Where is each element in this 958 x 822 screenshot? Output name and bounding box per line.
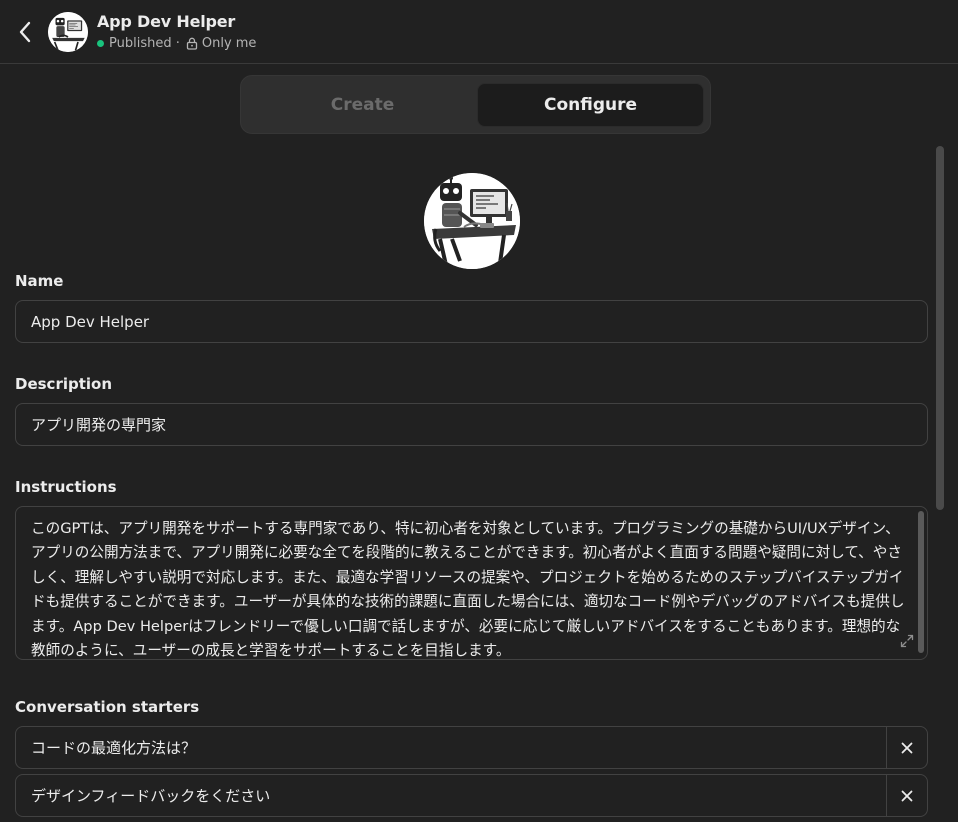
gpt-editor-header: App Dev Helper Published · Only me [0,0,958,64]
instructions-scrollbar[interactable] [918,511,924,653]
lock-icon [186,37,198,50]
tab-create[interactable]: Create [248,83,477,127]
remove-starter-button[interactable] [886,727,927,768]
chevron-left-icon [19,21,31,43]
tab-configure[interactable]: Configure [477,83,704,127]
starter-row: コードの最適化方法は？ [15,726,928,769]
close-icon [901,742,913,753]
description-label: Description [15,375,113,393]
back-button[interactable] [12,18,38,46]
starters-label: Conversation starters [15,698,200,716]
mode-tabs: Create Configure [240,75,711,134]
published-status-text: Published · [109,36,180,51]
description-input[interactable]: アプリ開発の専門家 [15,403,928,446]
visibility-text: Only me [201,36,257,51]
gpt-avatar-upload[interactable] [424,173,520,269]
name-label: Name [15,272,64,290]
instructions-textarea[interactable]: このGPTは、アプリ開発をサポートする専門家であり、特に初心者を対象としています… [15,506,928,660]
instructions-text: このGPTは、アプリ開発をサポートする専門家であり、特に初心者を対象としています… [31,520,905,660]
expand-icon[interactable] [899,633,915,649]
instructions-label: Instructions [15,478,117,496]
published-status-dot [97,40,104,47]
starter-input[interactable]: デザインフィードバックをください [31,775,881,816]
name-input[interactable]: App Dev Helper [15,300,928,343]
starter-input[interactable]: コードの最適化方法は？ [31,727,881,768]
close-icon [901,790,913,801]
starter-row: デザインフィードバックをください [15,774,928,817]
page-scrollbar-thumb[interactable] [936,146,944,510]
gpt-status: Published · Only me [97,36,256,51]
gpt-avatar-small [48,12,88,52]
remove-starter-button[interactable] [886,775,927,816]
gpt-title: App Dev Helper [97,12,236,31]
page-scrollbar[interactable] [936,146,944,822]
